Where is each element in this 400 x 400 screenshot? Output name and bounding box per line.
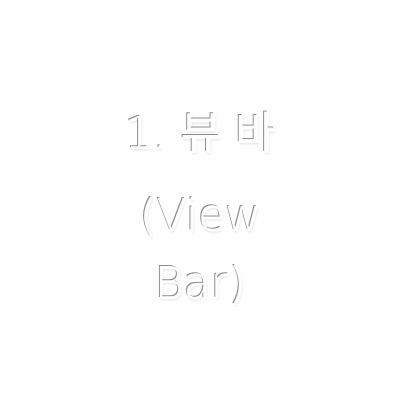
caption-line-number-korean: 1. 뷰 바 xyxy=(124,108,276,159)
embossed-canvas: 1. 뷰 바 (View Bar) xyxy=(0,0,400,400)
caption-line-view: (View xyxy=(139,190,261,241)
caption-line-bar: Bar) xyxy=(154,258,246,309)
